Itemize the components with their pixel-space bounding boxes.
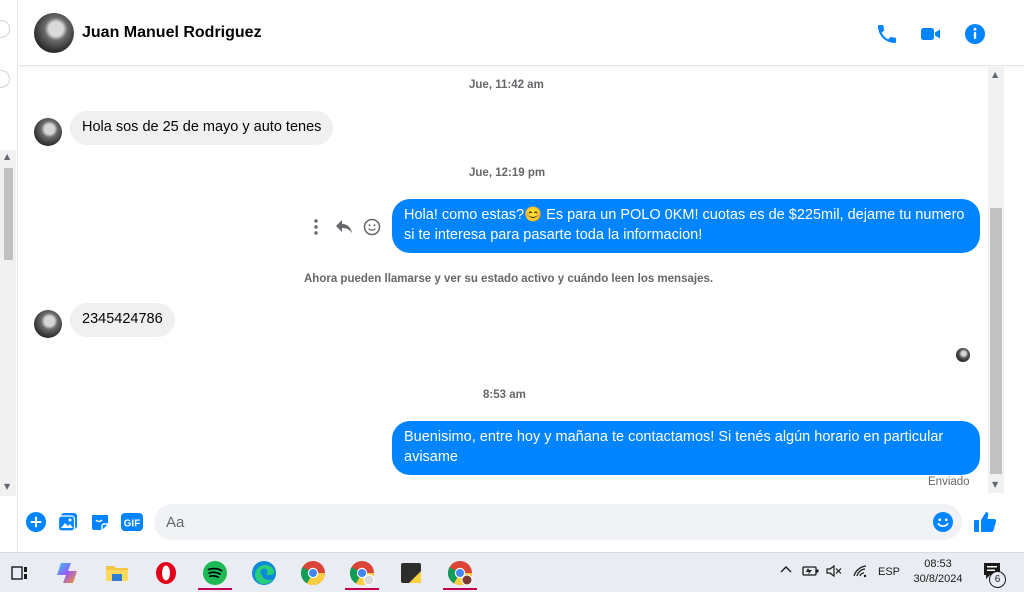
contact-avatar-small[interactable] bbox=[34, 310, 62, 338]
info-notice: Ahora pueden llamarse y ver su estado ac… bbox=[304, 273, 714, 285]
more-options-icon[interactable] bbox=[307, 217, 325, 237]
notification-count-badge: 6 bbox=[989, 571, 1006, 588]
contact-avatar-small[interactable] bbox=[34, 118, 62, 146]
sticker-icon[interactable] bbox=[89, 511, 113, 535]
gif-label: GIF bbox=[124, 519, 141, 530]
thumbs-up-icon[interactable] bbox=[972, 509, 997, 533]
language-indicator[interactable]: ESP bbox=[878, 566, 900, 578]
message-status: Enviado bbox=[928, 476, 970, 488]
scroll-up-arrow[interactable]: ▲ bbox=[4, 152, 10, 161]
message-composer: GIF bbox=[19, 496, 1024, 552]
spotify-icon[interactable] bbox=[195, 555, 235, 591]
task-view-icon[interactable] bbox=[0, 555, 40, 591]
scrollbar-thumb[interactable] bbox=[4, 168, 13, 260]
scrollbar-thumb[interactable] bbox=[990, 208, 1002, 474]
chat-window: Juan Manuel Rodriguez Jue, 11:42 am Hola… bbox=[19, 0, 1024, 552]
background-circle bbox=[0, 70, 10, 88]
battery-icon[interactable] bbox=[802, 564, 820, 581]
emoji-icon[interactable] bbox=[932, 511, 954, 537]
message-input-box[interactable] bbox=[154, 504, 962, 540]
system-clock[interactable]: 08:53 30/8/2024 bbox=[906, 557, 970, 587]
contact-avatar[interactable] bbox=[34, 13, 74, 53]
incoming-message[interactable]: Hola sos de 25 de mayo y auto tenes bbox=[70, 111, 334, 145]
background-scrollbar[interactable]: ▲ ▼ bbox=[0, 150, 16, 496]
sticky-notes-icon[interactable] bbox=[391, 555, 431, 591]
add-plus-icon[interactable] bbox=[25, 511, 49, 535]
phone-icon[interactable] bbox=[875, 22, 899, 46]
opera-icon[interactable] bbox=[146, 555, 186, 591]
speaker-muted-icon[interactable] bbox=[826, 564, 842, 581]
chrome-profile-icon[interactable] bbox=[342, 555, 382, 591]
incoming-message[interactable]: 2345424786 bbox=[70, 303, 175, 337]
info-icon[interactable] bbox=[963, 22, 987, 46]
photo-gallery-icon[interactable] bbox=[57, 511, 81, 535]
reply-icon[interactable] bbox=[335, 217, 353, 237]
contact-name[interactable]: Juan Manuel Rodriguez bbox=[82, 24, 262, 42]
outgoing-message[interactable]: Hola! como estas?😊 Es para un POLO 0KM! … bbox=[392, 199, 980, 253]
scroll-down-arrow[interactable]: ▼ bbox=[4, 482, 10, 491]
chat-scrollbar[interactable]: ▲ ▼ bbox=[988, 67, 1004, 493]
background-page-strip: ▲ ▼ bbox=[0, 0, 18, 552]
copilot-icon[interactable] bbox=[48, 555, 88, 591]
message-list: Jue, 11:42 am Hola sos de 25 de mayo y a… bbox=[19, 67, 986, 495]
video-camera-icon[interactable] bbox=[919, 22, 943, 46]
chat-header: Juan Manuel Rodriguez bbox=[19, 0, 1024, 66]
seen-indicator-avatar bbox=[956, 348, 970, 362]
message-input[interactable] bbox=[166, 504, 906, 540]
scroll-up-arrow[interactable]: ▲ bbox=[992, 70, 998, 79]
wifi-icon[interactable] bbox=[852, 564, 868, 581]
windows-taskbar: ESP 08:53 30/8/2024 6 bbox=[0, 552, 1024, 592]
edge-icon[interactable] bbox=[244, 555, 284, 591]
clock-time: 08:53 bbox=[924, 558, 952, 570]
background-circle bbox=[0, 20, 10, 38]
chevron-up-icon[interactable] bbox=[780, 564, 792, 579]
message-actions bbox=[307, 215, 381, 239]
chrome-icon[interactable] bbox=[293, 555, 333, 591]
react-smiley-icon[interactable] bbox=[363, 217, 381, 237]
gif-icon[interactable]: GIF bbox=[120, 511, 144, 535]
chrome-profile-2-icon[interactable] bbox=[440, 555, 480, 591]
message-timestamp: Jue, 12:19 pm bbox=[469, 167, 546, 179]
scroll-down-arrow[interactable]: ▼ bbox=[992, 480, 998, 489]
outgoing-message[interactable]: Buenisimo, entre hoy y mañana te contact… bbox=[392, 421, 980, 475]
message-timestamp: 8:53 am bbox=[483, 389, 526, 401]
file-explorer-icon[interactable] bbox=[97, 555, 137, 591]
message-timestamp: Jue, 11:42 am bbox=[469, 79, 544, 91]
clock-date: 30/8/2024 bbox=[913, 573, 963, 585]
